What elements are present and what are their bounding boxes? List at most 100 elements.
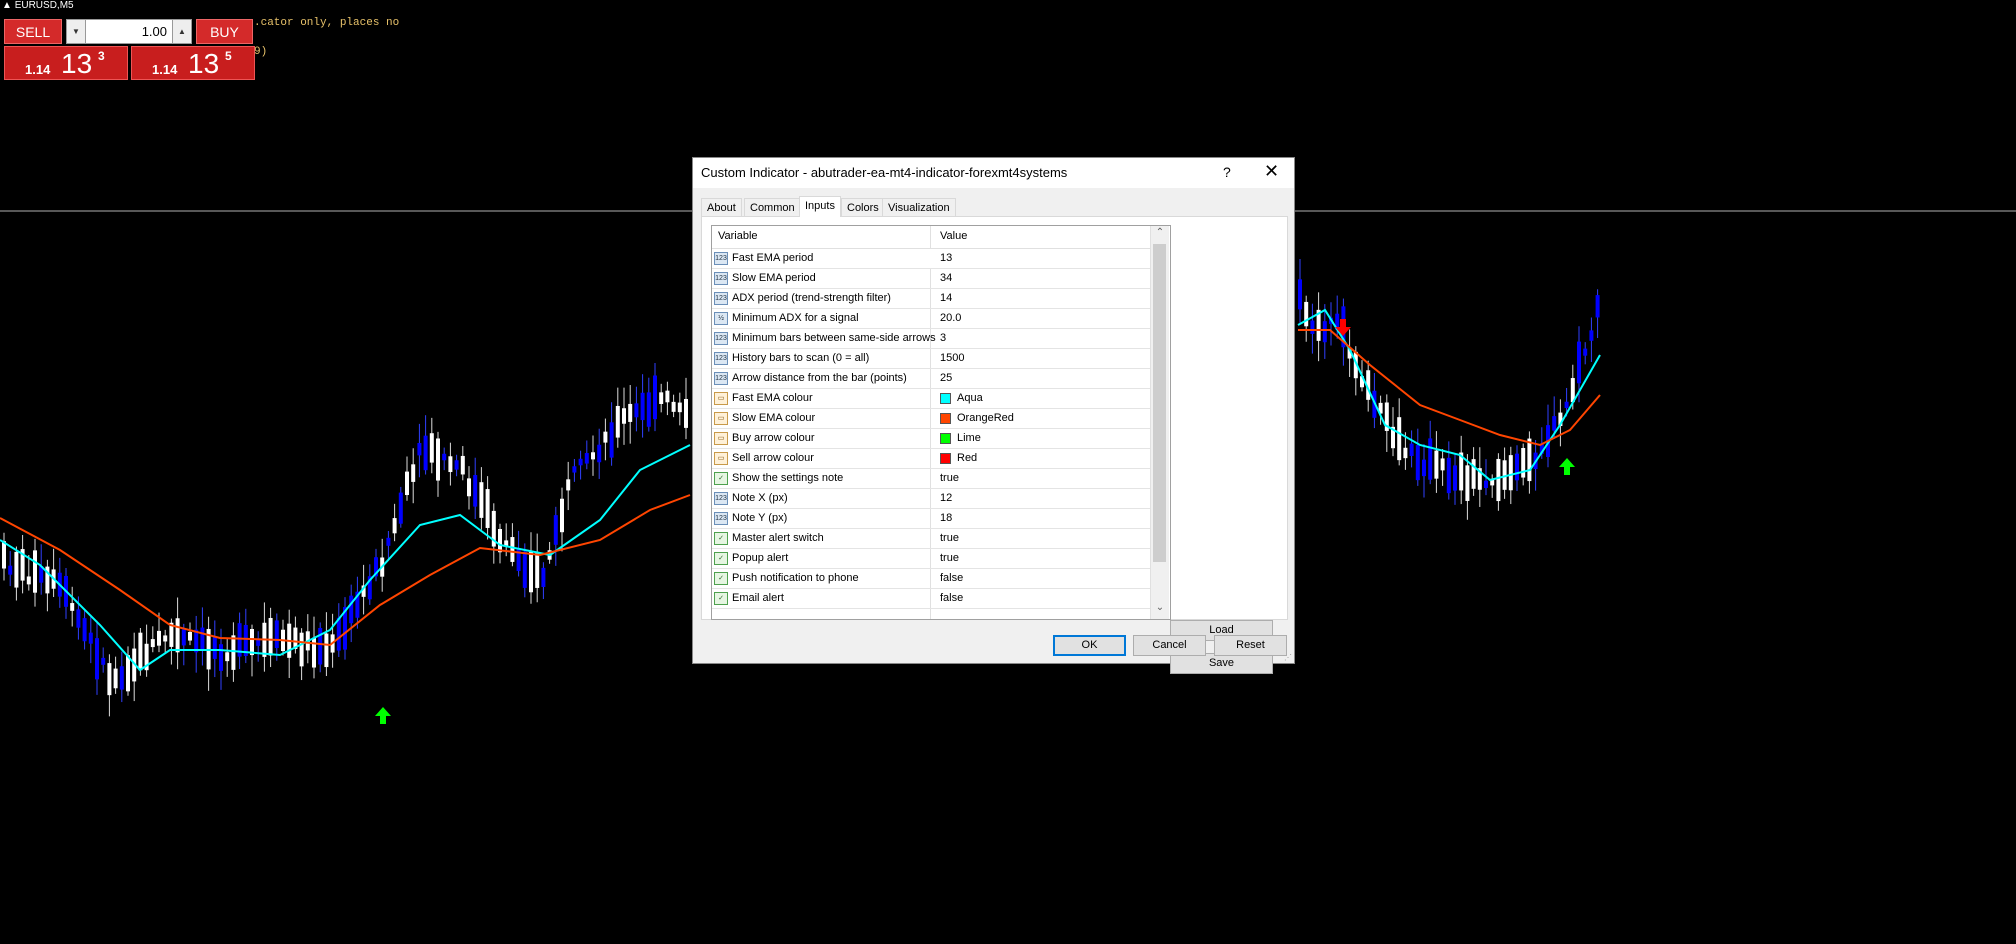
candle-body — [473, 475, 478, 507]
color-swatch[interactable] — [940, 413, 951, 424]
candle-body — [622, 408, 626, 424]
lot-size-stepper[interactable]: ▼ 1.00 ▲ — [66, 19, 192, 44]
column-header-variable[interactable]: Variable — [718, 230, 758, 242]
color-swatch[interactable] — [940, 393, 951, 404]
help-icon[interactable]: ? — [1223, 164, 1231, 180]
input-row[interactable]: 123 Arrow distance from the bar (points) 2… — [712, 369, 1150, 389]
input-value[interactable]: 14 — [940, 292, 952, 304]
input-value[interactable]: 13 — [940, 252, 952, 264]
input-row[interactable]: ✓ Popup alert true — [712, 549, 1150, 569]
scrollbar-thumb[interactable] — [1153, 244, 1166, 562]
input-value[interactable]: 12 — [940, 492, 952, 504]
input-row[interactable]: ▭ Sell arrow colour Red — [712, 449, 1150, 469]
candle-body — [609, 422, 614, 458]
candle-body — [442, 453, 447, 461]
column-header-value[interactable]: Value — [940, 230, 967, 242]
bid-price[interactable]: 1.14 13 3 — [4, 46, 128, 80]
buy-button[interactable]: BUY — [196, 19, 253, 44]
reset-button[interactable]: Reset — [1214, 635, 1287, 656]
input-value[interactable]: true — [940, 552, 959, 564]
candle-body — [665, 390, 670, 403]
sell-button[interactable]: SELL — [4, 19, 62, 44]
candle-body — [615, 405, 620, 438]
grid-scrollbar[interactable]: ⌃ ⌄ — [1150, 226, 1169, 619]
color-swatch[interactable] — [940, 433, 951, 444]
input-row[interactable]: 123 Fast EMA period 13 — [712, 249, 1150, 269]
int-type-icon: 123 — [714, 272, 728, 285]
candle-body — [324, 633, 329, 668]
decrease-lots-icon[interactable]: ▼ — [67, 20, 86, 43]
candle-body — [634, 403, 639, 418]
candle-body — [82, 618, 87, 642]
candle-body — [33, 550, 37, 593]
candle-body — [510, 537, 515, 562]
candle-body — [1595, 295, 1600, 318]
candle-body — [1564, 401, 1569, 409]
candle-body — [578, 458, 583, 466]
input-row[interactable]: ✓ Push notification to phone false — [712, 569, 1150, 589]
tab-colors[interactable]: Colors — [841, 198, 885, 216]
input-row[interactable]: ▭ Slow EMA colour OrangeRed — [712, 409, 1150, 429]
candle-body — [88, 632, 93, 644]
color-type-icon: ▭ — [714, 392, 728, 405]
candle-body — [1577, 341, 1581, 384]
input-value[interactable]: false — [940, 572, 963, 584]
input-row[interactable]: 123 Note Y (px) 18 — [712, 509, 1150, 529]
input-row-partial[interactable] — [712, 609, 1150, 619]
tab-visualization[interactable]: Visualization — [882, 198, 956, 216]
input-value[interactable]: Lime — [957, 432, 981, 444]
input-row[interactable]: ✓ Show the settings note true — [712, 469, 1150, 489]
tab-inputs[interactable]: Inputs — [799, 196, 841, 217]
input-value[interactable]: 25 — [940, 372, 952, 384]
cancel-button[interactable]: Cancel — [1133, 635, 1206, 656]
candle-body — [485, 489, 490, 528]
candle-body — [1428, 438, 1433, 480]
color-swatch[interactable] — [940, 453, 951, 464]
input-row[interactable]: 123 ADX period (trend-strength filter) 14 — [712, 289, 1150, 309]
increase-lots-icon[interactable]: ▲ — [172, 20, 191, 43]
input-row[interactable]: ▭ Fast EMA colour Aqua — [712, 389, 1150, 409]
input-row[interactable]: 123 Note X (px) 12 — [712, 489, 1150, 509]
dialog-titlebar[interactable]: Custom Indicator - abutrader-ea-mt4-indi… — [693, 158, 1294, 188]
ask-price-prefix: 1.14 — [152, 62, 178, 77]
input-row[interactable]: 123 Minimum bars between same-side arrows… — [712, 329, 1150, 349]
candle-body — [1471, 459, 1476, 489]
candle-body — [429, 433, 434, 463]
collapse-triangle-icon[interactable]: ▲ — [2, 0, 12, 11]
input-row[interactable]: 123 History bars to scan (0 = all) 1500 — [712, 349, 1150, 369]
input-value[interactable]: 3 — [940, 332, 946, 344]
candle-body — [659, 392, 664, 404]
ask-price[interactable]: 1.14 13 5 — [131, 46, 255, 80]
input-row[interactable]: ✓ Email alert false — [712, 589, 1150, 609]
candle-body — [1422, 459, 1426, 477]
input-value[interactable]: 34 — [940, 272, 952, 284]
bid-price-pips: 13 — [61, 48, 93, 79]
input-value[interactable]: false — [940, 592, 963, 604]
scroll-down-icon[interactable]: ⌄ — [1151, 602, 1169, 618]
candle-body — [1453, 465, 1457, 491]
input-value[interactable]: 18 — [940, 512, 952, 524]
ok-button[interactable]: OK — [1053, 635, 1126, 656]
input-value[interactable]: true — [940, 532, 959, 544]
input-row[interactable]: ✓ Master alert switch true — [712, 529, 1150, 549]
input-variable-name: Master alert switch — [732, 532, 824, 544]
input-row[interactable]: ▭ Buy arrow colour Lime — [712, 429, 1150, 449]
tab-common[interactable]: Common — [744, 198, 801, 216]
input-value[interactable]: 1500 — [940, 352, 964, 364]
input-value[interactable]: true — [940, 472, 959, 484]
input-value[interactable]: Red — [957, 452, 977, 464]
input-row[interactable]: ½ Minimum ADX for a signal 20.0 — [712, 309, 1150, 329]
input-row[interactable]: 123 Slow EMA period 34 — [712, 269, 1150, 289]
input-value[interactable]: OrangeRed — [957, 412, 1014, 424]
tab-about[interactable]: About — [701, 198, 742, 216]
bool-type-icon: ✓ — [714, 472, 728, 485]
lot-size-value[interactable]: 1.00 — [142, 20, 167, 43]
color-type-icon: ▭ — [714, 432, 728, 445]
input-value[interactable]: 20.0 — [940, 312, 961, 324]
input-value[interactable]: Aqua — [957, 392, 983, 404]
scroll-up-icon[interactable]: ⌃ — [1151, 227, 1169, 243]
close-icon[interactable]: ✕ — [1264, 161, 1279, 182]
resize-grip-icon[interactable]: ⋰ — [1284, 653, 1292, 662]
save-button[interactable]: Save — [1170, 653, 1273, 674]
input-variable-name: Note X (px) — [732, 492, 788, 504]
